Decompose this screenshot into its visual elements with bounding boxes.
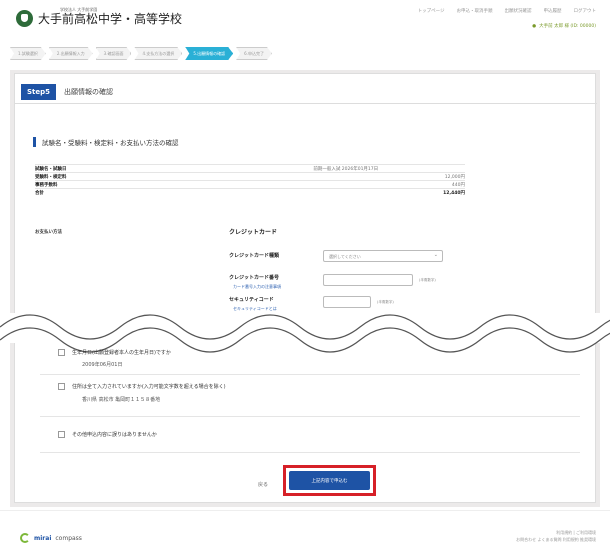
school-crest-icon [16, 10, 33, 27]
miraicompass-icon [20, 533, 30, 543]
confirm-address-text: 住所は全て入力されていますか(入力可能文字数を超える場合を除く) [72, 384, 226, 390]
footer-links: 利用規約 | ご利用環境 お問合わせ よくある質問 利用規約 推奨環境 [516, 529, 596, 543]
submit-highlight-box: 上記内容で申込む [283, 465, 376, 496]
site-header: 学校法人 大手前学園 大手前高松中学・高等学校 トップページ お申込・取消手順 … [0, 0, 610, 44]
nav-status[interactable]: 出願状況確認 [505, 8, 532, 14]
card-number-help-link[interactable]: カード番号入力の注意事項 [233, 284, 281, 290]
payment-label: お支払い方法 [35, 230, 62, 235]
nav-howto[interactable]: お申込・取消手順 [457, 8, 493, 14]
payment-method: クレジットカード [229, 229, 278, 236]
section-title: 試験名・受験料・検定料・お支払い方法の確認 [33, 137, 179, 147]
table-row: 事務手数料 440円 [35, 180, 465, 188]
school-logo[interactable]: 学校法人 大手前学園 大手前高松中学・高等学校 [16, 7, 182, 27]
row-value: 440円 [451, 182, 465, 188]
top-nav: トップページ お申込・取消手順 出願状況確認 申込履歴 ログアウト [418, 8, 596, 14]
row-label: 事務手数料 [35, 182, 58, 188]
confirm-other-checkbox[interactable] [58, 431, 65, 438]
school-sub-name: 学校法人 大手前学園 [60, 7, 98, 12]
brand-rest: compass [55, 534, 82, 542]
step-6: 6.申込完了 [236, 47, 272, 60]
step-3: 3.確認画面 [96, 47, 132, 60]
card-type-label: クレジットカード種類 [229, 253, 280, 259]
row-value: 前期一般入試 2026年01月17日 [313, 166, 379, 172]
table-row: 試験名・試験日 前期一般入試 2026年01月17日 [35, 164, 465, 172]
confirm-birthday-value: 2009年06月01日 [82, 362, 123, 368]
back-button[interactable]: 戻る [258, 481, 268, 488]
row-label: 合計 [35, 190, 44, 196]
step-1: 1.試験選択 [10, 47, 46, 60]
page-title: 出願情報の確認 [64, 87, 114, 96]
row-label: 試験名・試験日 [35, 166, 67, 172]
divider [40, 374, 580, 375]
site-footer: mirai compass 利用規約 | ご利用環境 お問合わせ よくある質問 利… [0, 510, 610, 555]
card-number-input[interactable] [323, 274, 413, 286]
user-icon: ● [532, 23, 537, 29]
step-5-current: 5.出願情報の確認 [185, 47, 233, 60]
step-4: 4.支払方法の選択 [134, 47, 182, 60]
step-header: Step5 出願情報の確認 [15, 80, 597, 104]
step-badge: Step5 [21, 83, 57, 100]
step-progress: 1.試験選択 2.出願情報入力 3.確認画面 4.支払方法の選択 5.出願情報の… [10, 47, 600, 60]
card-number-label: クレジットカード番号 [229, 275, 280, 281]
user-name: 大手前 太郎 様 (ID: 00000) [539, 24, 596, 29]
card-type-value: 選択してください [329, 254, 361, 259]
divider [40, 452, 580, 453]
miraicompass-logo[interactable]: mirai compass [20, 533, 82, 543]
brand-bold: mirai [34, 534, 52, 542]
card-type-select[interactable]: 選択してください [323, 250, 443, 262]
main-panel: Step5 出願情報の確認 試験名・受験料・検定料・お支払い方法の確認 試験名・… [14, 73, 597, 503]
card-number-note: (半角数字) [419, 278, 436, 282]
table-row-total: 合計 12,440円 [35, 188, 465, 196]
confirm-birthday-text: 生年月日(出願登録者本人の生年月日)ですか [72, 350, 171, 356]
confirm-address-checkbox[interactable] [58, 383, 65, 390]
footer-links-2[interactable]: お問合わせ よくある質問 利用規約 推奨環境 [516, 536, 596, 543]
table-row: 受験料・検定料 12,000円 [35, 172, 465, 180]
nav-history[interactable]: 申込履歴 [544, 8, 562, 14]
submit-button[interactable]: 上記内容で申込む [289, 471, 370, 490]
confirm-birthday-checkbox[interactable] [58, 349, 65, 356]
nav-top[interactable]: トップページ [418, 8, 445, 14]
row-value: 12,000円 [444, 174, 465, 180]
nav-logout[interactable]: ログアウト [574, 8, 597, 14]
footer-links-1[interactable]: 利用規約 | ご利用環境 [516, 529, 596, 536]
divider [40, 416, 580, 417]
confirm-other-text: その他申込内容に誤りはありませんか [72, 432, 157, 438]
confirm-address-value: 香川県 高松市 亀岡町１１５８番地 [82, 397, 161, 403]
fee-table: 試験名・試験日 前期一般入試 2026年01月17日 受験料・検定料 12,00… [35, 164, 465, 196]
step-2: 2.出願情報入力 [49, 47, 93, 60]
row-label: 受験料・検定料 [35, 174, 67, 180]
user-info: ● 大手前 太郎 様 (ID: 00000) [532, 23, 596, 30]
row-value: 12,440円 [443, 190, 465, 196]
